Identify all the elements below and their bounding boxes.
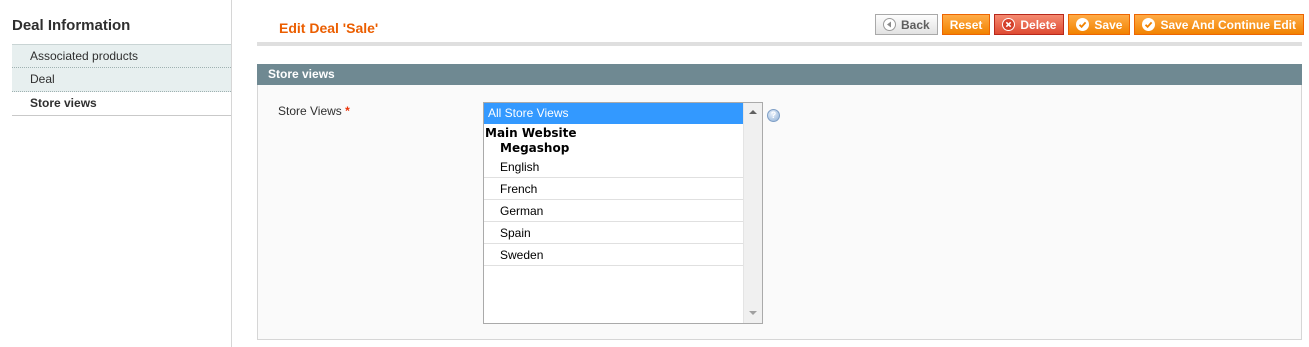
reset-button[interactable]: Reset	[941, 14, 991, 35]
save-button-label: Save	[1094, 17, 1123, 32]
scroll-down-arrow-icon[interactable]	[749, 311, 757, 315]
multiselect-scrollbar[interactable]	[743, 103, 762, 323]
header-divider	[257, 42, 1302, 46]
store-views-options: All Store Views Main Website Megashop En…	[484, 103, 743, 323]
scroll-up-arrow-icon[interactable]	[749, 110, 757, 114]
optgroup-store: Megashop	[500, 141, 570, 155]
save-and-continue-button[interactable]: Save And Continue Edit	[1134, 14, 1304, 35]
option-store-view[interactable]: Spain	[484, 222, 743, 244]
store-views-multiselect[interactable]: All Store Views Main Website Megashop En…	[483, 102, 763, 324]
sidebar-tabs: Associated products Deal Store views	[12, 44, 231, 116]
option-store-view[interactable]: Sweden	[484, 244, 743, 266]
delete-x-icon	[1002, 18, 1016, 31]
option-store-view[interactable]: French	[484, 178, 743, 200]
back-arrow-icon	[883, 18, 896, 31]
delete-button-label: Delete	[1020, 17, 1057, 32]
sidebar: Deal Information Associated products Dea…	[0, 0, 232, 347]
help-icon[interactable]: ?	[767, 109, 780, 122]
sidebar-tab-associated-products[interactable]: Associated products	[12, 44, 231, 68]
store-views-label-text: Store Views	[278, 104, 342, 118]
fieldset-header: Store views	[257, 64, 1302, 85]
back-button-label: Back	[901, 17, 930, 32]
sidebar-tab-store-views[interactable]: Store views	[12, 92, 231, 116]
checkmark-icon	[1142, 18, 1156, 31]
required-mark: *	[345, 104, 350, 118]
save-and-continue-button-label: Save And Continue Edit	[1160, 17, 1296, 32]
checkmark-icon	[1076, 18, 1090, 31]
optgroup-website: Main Website	[485, 126, 577, 140]
delete-button[interactable]: Delete	[994, 14, 1065, 35]
action-buttons: Back Reset Delete Save Save And Continue…	[875, 14, 1304, 35]
reset-button-label: Reset	[949, 17, 983, 32]
option-store-view[interactable]: German	[484, 200, 743, 222]
sidebar-tab-deal[interactable]: Deal	[12, 68, 231, 92]
option-all-store-views[interactable]: All Store Views	[484, 103, 743, 124]
save-button[interactable]: Save	[1068, 14, 1131, 35]
sidebar-title: Deal Information	[12, 17, 131, 34]
store-views-label: Store Views *	[278, 104, 350, 118]
option-store-view[interactable]: English	[484, 156, 743, 178]
page-title: Edit Deal 'Sale'	[279, 20, 379, 36]
back-button[interactable]: Back	[875, 14, 938, 35]
fieldset-body	[257, 85, 1302, 340]
